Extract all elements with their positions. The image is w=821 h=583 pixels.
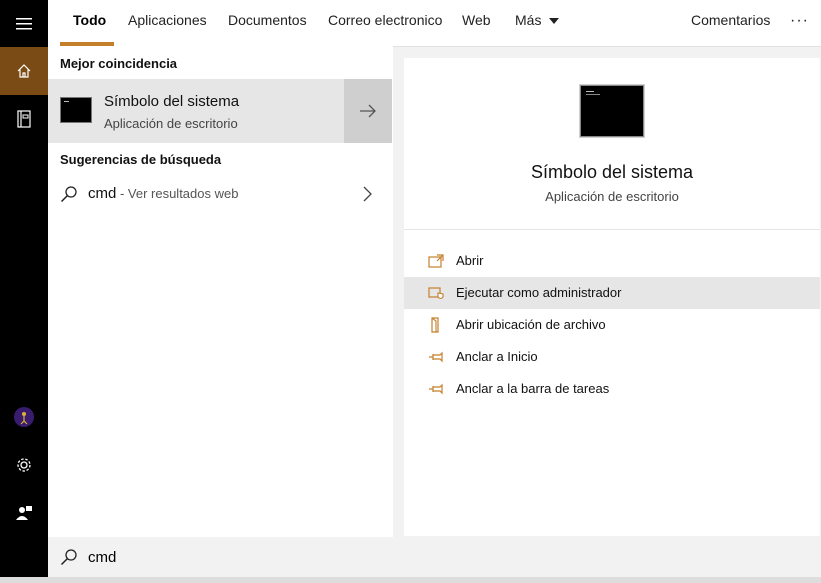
suggestion-suffix: - Ver resultados web [116,186,239,201]
chevron-down-icon [549,18,560,25]
user-avatar-button[interactable] [0,393,48,441]
app-detail-subtitle: Aplicación de escritorio [545,189,679,204]
search-input[interactable] [88,546,488,568]
suggestion-query: cmd [88,185,117,202]
gear-icon [17,458,31,472]
action-open-file-location[interactable]: Abrir ubicación de archivo [404,309,820,341]
search-scope-tabs: Todo Aplicaciones Documentos Correo elec… [48,0,821,47]
home-button[interactable] [0,47,48,95]
web-suggestion-item[interactable]: cmd - Ver resultados web [48,176,392,212]
expand-arrow-button[interactable] [344,79,392,143]
tab-correo[interactable]: Correo electronico [328,0,442,46]
tab-documentos[interactable]: Documentos [228,0,307,46]
search-icon [60,186,77,203]
action-run-as-admin[interactable]: Ejecutar como administrador [404,277,820,309]
notebook-button[interactable] [0,95,48,143]
action-label: Ejecutar como administrador [456,285,622,300]
suggestion-text: cmd - Ver resultados web [88,185,238,202]
terminal-icon-large [580,85,644,137]
action-pin-to-start[interactable]: Anclar a Inicio [404,341,820,373]
ellipsis-icon: ··· [790,12,809,29]
menu-button[interactable] [0,0,48,48]
tab-mas-label: Más [515,12,542,28]
user-avatar-icon [14,407,34,427]
feedback-button[interactable] [0,489,48,537]
best-match-subtitle: Aplicación de escritorio [104,116,238,131]
action-pin-to-taskbar[interactable]: Anclar a la barra de tareas [404,373,820,405]
shield-run-icon [428,287,444,300]
best-match-title: Símbolo del sistema [104,93,240,110]
more-options-button[interactable]: ··· [790,0,809,46]
left-rail [0,0,48,583]
settings-button[interactable] [0,441,48,489]
tab-todo[interactable]: Todo [73,0,106,46]
terminal-icon [60,97,92,123]
app-detail-panel: Símbolo del sistema Aplicación de escrit… [404,58,820,536]
pin-icon [429,383,443,395]
search-icon [60,549,77,566]
action-label: Anclar a la barra de tareas [456,381,610,396]
action-abrir[interactable]: Abrir [404,245,820,277]
hamburger-menu-icon [16,18,32,30]
best-match-item[interactable]: Símbolo del sistema Aplicación de escrit… [48,79,392,143]
feedback-person-icon [16,506,32,520]
best-match-heading: Mejor coincidencia [60,56,178,71]
home-icon [17,64,31,78]
tab-web[interactable]: Web [462,0,491,46]
tab-aplicaciones[interactable]: Aplicaciones [128,0,207,46]
file-location-icon [431,317,439,333]
arrow-right-icon [360,104,376,118]
notebook-icon [17,110,31,128]
results-panel: Mejor coincidencia Símbolo del sistema A… [48,46,393,537]
app-detail-title: Símbolo del sistema [530,162,694,182]
open-window-icon [428,254,444,268]
chevron-right-icon [363,186,372,202]
taskbar-edge [0,577,821,583]
app-detail-header: Símbolo del sistema Aplicación de escrit… [404,58,820,230]
action-label: Abrir ubicación de archivo [456,317,606,332]
feedback-link[interactable]: Comentarios [691,0,770,46]
suggestions-heading: Sugerencias de búsqueda [60,152,222,167]
search-box [48,537,821,577]
action-label: Anclar a Inicio [456,349,538,364]
pin-icon [429,351,443,363]
tab-mas[interactable]: Más [515,0,560,46]
action-label: Abrir [456,253,484,268]
